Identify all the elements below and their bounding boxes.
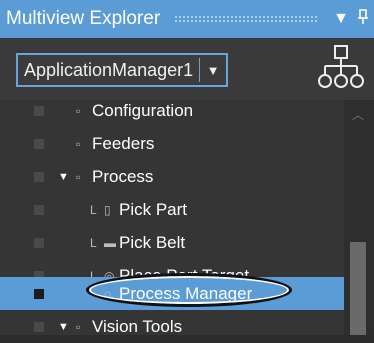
status-indicator [34,204,44,215]
status-indicator [34,138,44,149]
tree-item-label: Configuration [92,100,194,120]
tree-item-feeders[interactable]: ▫ Feeders [0,127,344,160]
belt-icon: ▬ [104,235,116,250]
status-indicator [34,105,44,116]
title-bar[interactable]: Multiview Explorer ▼ [0,0,374,38]
tree-item-label: Pick Part [119,199,188,219]
highlight-ellipse [86,273,292,307]
tree-connector: L [90,235,97,250]
vertical-scrollbar[interactable]: ︿ [344,100,374,335]
pin-button[interactable] [352,8,374,30]
status-indicator [34,321,44,332]
tree-item-label: Vision Tools [92,316,183,336]
tree-item-pick-part[interactable]: L ▯ Pick Part [0,193,344,226]
selector-value: ApplicationManager1 [24,59,194,80]
tree-item-label: Process [92,166,154,186]
chevron-down-icon[interactable]: ▼ [200,63,226,78]
tree-item-configuration[interactable]: ▫ Configuration [0,94,344,127]
expand-arrow-icon[interactable]: ▼ [58,171,69,183]
panel-title: Multiview Explorer [6,8,161,29]
tree-item-vision-tools[interactable]: ▼ ▫ Vision Tools [0,310,344,343]
multiview-explorer-panel: Multiview Explorer ▼ ApplicationManager1… [0,0,374,336]
tree-item-label: Feeders [92,133,155,153]
drag-grip[interactable] [174,15,318,23]
application-manager-selector[interactable]: ApplicationManager1 ▼ [16,53,228,87]
hierarchy-view-icon[interactable] [316,44,366,94]
tree-connector: L [90,202,97,217]
scrollbar-thumb[interactable] [350,242,366,335]
expand-arrow-icon[interactable]: ▼ [58,321,69,333]
tree-item-pick-belt[interactable]: L ▬ Pick Belt [0,226,344,259]
folder-icon: ▫ [76,136,81,151]
folder-icon: ▫ [76,319,81,334]
status-indicator [34,237,44,248]
scroll-up-icon[interactable]: ︿ [352,106,364,123]
status-indicator [34,288,44,299]
status-indicator [34,171,44,182]
folder-icon: ▫ [76,103,81,118]
folder-icon: ▫ [76,169,81,184]
part-icon: ▯ [104,202,111,217]
window-menu-button[interactable]: ▼ [330,10,352,28]
tree-item-process[interactable]: ▼ ▫ Process [0,160,344,193]
tree-item-label: Pick Belt [119,232,186,252]
pin-icon [358,8,368,24]
